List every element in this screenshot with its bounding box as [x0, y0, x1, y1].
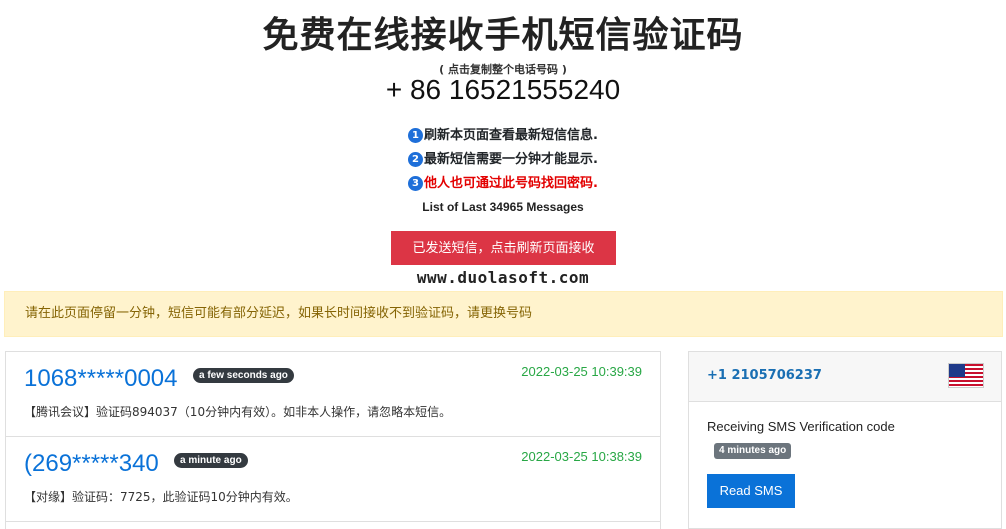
message-item: 1068*****0004 a few seconds ago 2022-03-…: [6, 352, 660, 437]
message-time: 2022-03-25 10:39:39: [521, 364, 642, 379]
message-age-badge: a few seconds ago: [193, 368, 294, 383]
message-item: (269*****340 a minute ago 2022-03-25 10:…: [6, 437, 660, 522]
phone-number[interactable]: + 86 16521555240: [0, 74, 1006, 106]
number-three-icon: 3: [408, 176, 424, 191]
site-watermark: www.duolasoft.com: [416, 268, 590, 287]
note-item: 2 最新短信需要一分钟才能显示.: [0, 148, 1006, 172]
number-two-icon: 2: [408, 152, 424, 167]
note-text-warning: 他人也可通过此号码找回密码.: [424, 176, 598, 191]
read-sms-button[interactable]: Read SMS: [707, 474, 795, 508]
alert-banner: 请在此页面停留一分钟，短信可能有部分延迟，如果长时间接收不到验证码，请更换号码: [4, 291, 1003, 337]
message-sender[interactable]: 1068*****0004: [24, 365, 177, 393]
message-time: 2022-03-25 10:38:39: [521, 449, 642, 464]
note-text: 最新短信需要一分钟才能显示.: [424, 152, 598, 167]
other-number-card: +1 2105706237 Receiving SMS Verification…: [688, 351, 1002, 529]
message-count: List of Last 34965 Messages: [422, 200, 584, 214]
card-phone-number[interactable]: +1 2105706237: [707, 368, 822, 383]
notes-list: 1 刷新本页面查看最新短信信息. 2 最新短信需要一分钟才能显示. 3 他人也可通过此…: [0, 124, 1006, 196]
message-body: 【对缘】验证码：7725，此验证码10分钟内有效。: [24, 490, 298, 504]
page-title: 免费在线接收手机短信验证码: [262, 15, 744, 56]
message-body: 【腾讯会议】验证码894037（10分钟内有效）。如非本人操作，请忽略本短信。: [24, 405, 452, 419]
message-list: 1068*****0004 a few seconds ago 2022-03-…: [5, 351, 661, 529]
note-item: 3 他人也可通过此号码找回密码.: [0, 172, 1006, 196]
note-item: 1 刷新本页面查看最新短信信息.: [0, 124, 1006, 148]
card-description: Receiving SMS Verification code: [707, 419, 895, 434]
card-age-badge: 4 minutes ago: [714, 443, 792, 459]
note-text: 刷新本页面查看最新短信信息.: [424, 128, 598, 143]
card-header: +1 2105706237: [689, 352, 1001, 402]
number-one-icon: 1: [408, 128, 424, 143]
refresh-sent-button[interactable]: 已发送短信，点击刷新页面接收: [391, 231, 616, 265]
message-age-badge: a minute ago: [174, 453, 248, 468]
us-flag-icon: [948, 363, 984, 388]
message-sender[interactable]: (269*****340: [24, 450, 159, 478]
